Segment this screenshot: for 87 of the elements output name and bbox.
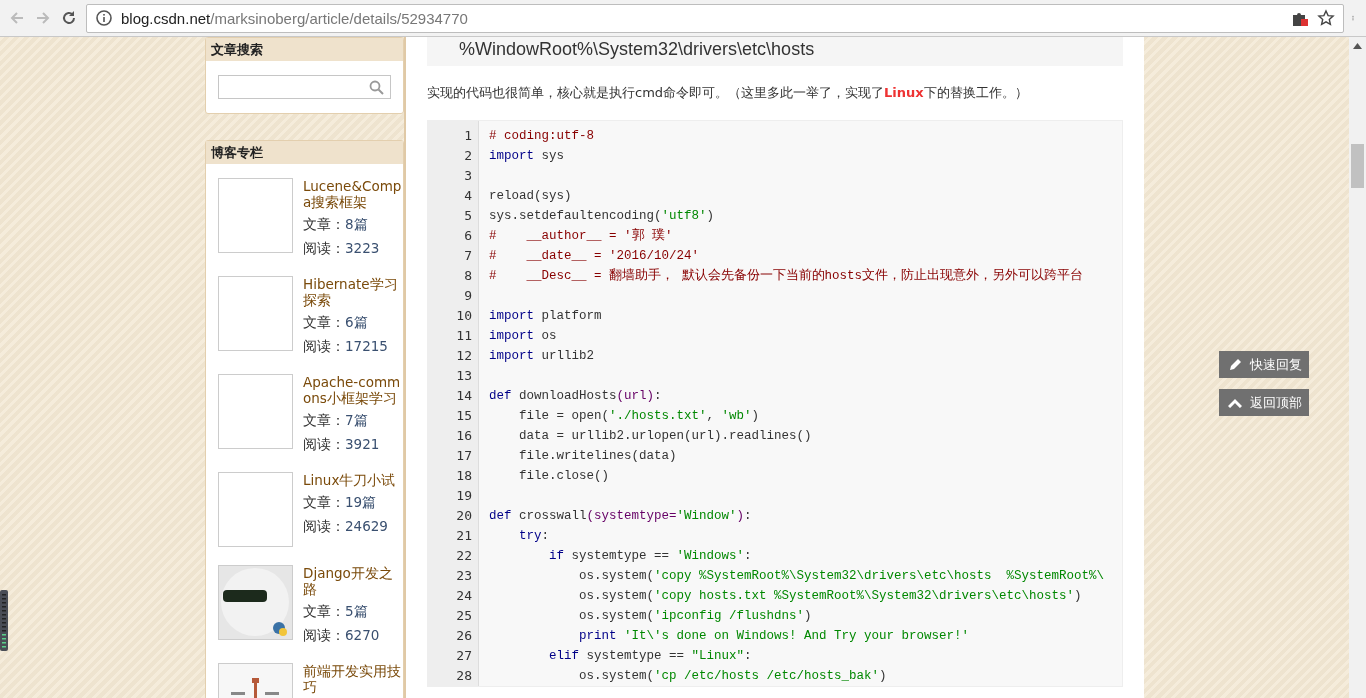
code-line: file = open('./hosts.txt', 'wb') bbox=[518, 408, 761, 425]
code-line: def crosswall(systemtype='Window'): bbox=[489, 508, 753, 525]
panel-title: 博客专栏 bbox=[206, 141, 403, 164]
meter-drawing bbox=[0, 590, 9, 651]
line-number: 4 bbox=[463, 187, 473, 205]
line-number: 11 bbox=[455, 327, 473, 345]
line-number: 24 bbox=[455, 587, 473, 605]
article-count: 文章：7篇 bbox=[303, 412, 369, 430]
line-number: 25 bbox=[455, 607, 473, 625]
code-line: file.writelines(data) bbox=[518, 448, 678, 465]
article-count: 文章：5篇 bbox=[303, 603, 369, 621]
line-number: 1 bbox=[463, 127, 473, 145]
panel-title: 文章搜索 bbox=[206, 38, 403, 61]
chevron-up-icon bbox=[1228, 397, 1242, 408]
scroll-thumb[interactable] bbox=[1351, 144, 1364, 188]
address-bar[interactable]: blog.csdn.net/marksinoberg/article/details/52934770 bbox=[86, 3, 1344, 33]
line-number: 9 bbox=[463, 287, 473, 305]
line-number: 12 bbox=[455, 347, 473, 365]
code-line: import sys bbox=[489, 148, 566, 165]
column-link[interactable]: 前端开发实用技巧 bbox=[303, 663, 403, 695]
column-link[interactable]: Apache-commons小框架学习 bbox=[303, 374, 403, 406]
code-line: import urllib2 bbox=[489, 348, 596, 365]
line-number: 18 bbox=[455, 467, 473, 485]
column-link[interactable]: Django开发之路 bbox=[303, 565, 403, 597]
line-number: 21 bbox=[455, 527, 473, 545]
search-icon[interactable] bbox=[369, 79, 384, 95]
line-number: 5 bbox=[463, 207, 473, 225]
line-number: 13 bbox=[455, 367, 473, 385]
line-number: 23 bbox=[455, 567, 473, 585]
line-number: 6 bbox=[463, 227, 473, 245]
line-number: 2 bbox=[463, 147, 473, 165]
search-field[interactable] bbox=[218, 75, 391, 99]
scrollbar[interactable] bbox=[1349, 37, 1366, 698]
article-count: 文章：8篇 bbox=[303, 216, 369, 234]
reload-icon[interactable] bbox=[60, 9, 78, 27]
line-number: 7 bbox=[463, 247, 473, 265]
pencil-icon bbox=[1228, 357, 1242, 372]
line-number: 27 bbox=[455, 647, 473, 665]
code-line: print 'It\'s done on Windows! And Try your browser!' bbox=[578, 628, 971, 645]
code-line: # __date__ = '2016/10/24' bbox=[489, 248, 701, 265]
code-line: data = urllib2.urlopen(url).readlines() bbox=[518, 428, 813, 445]
line-number: 8 bbox=[463, 267, 473, 285]
code-line: file.close() bbox=[518, 468, 611, 485]
code-line: if systemtype == 'Windows': bbox=[548, 548, 753, 565]
code-line: sys.setdefaultencoding('utf8') bbox=[489, 208, 716, 225]
info-icon[interactable] bbox=[95, 9, 113, 27]
code-line: # __Desc__ = 翻墙助手， 默认会先备份一下当前的hosts文件，防止出现意外，另外可以跨平台 bbox=[489, 267, 1085, 285]
code-line: # __author__ = '郭 璞' bbox=[489, 227, 674, 245]
line-number: 17 bbox=[455, 447, 473, 465]
line-number: 26 bbox=[455, 627, 473, 645]
line-number: 15 bbox=[455, 407, 473, 425]
read-count: 阅读：3223 bbox=[303, 240, 381, 258]
read-count: 阅读：6270 bbox=[303, 627, 381, 645]
code-line: os.system('cp /etc/hosts /etc/hosts_bak') bbox=[578, 668, 888, 685]
scroll-up-icon[interactable] bbox=[1353, 43, 1362, 49]
code-line: import os bbox=[489, 328, 558, 345]
read-count: 阅读：3921 bbox=[303, 436, 381, 454]
star-icon[interactable] bbox=[1317, 9, 1335, 27]
article-count: 文章：6篇 bbox=[303, 314, 369, 332]
paragraph: 实现的代码也很简单，核心就是执行cmd命令即可。（这里多此一举了，实现了Linux下的替换工作。） bbox=[427, 84, 1029, 102]
line-number: 14 bbox=[455, 387, 473, 405]
code-line: try: bbox=[518, 528, 551, 545]
read-count: 阅读：17215 bbox=[303, 338, 389, 356]
back-to-top-button[interactable]: 返回顶部 bbox=[1219, 389, 1309, 416]
column-link[interactable]: Hibernate学习探索 bbox=[303, 276, 403, 308]
line-number: 3 bbox=[463, 167, 473, 185]
code-line: reload(sys) bbox=[489, 188, 573, 205]
line-number: 28 bbox=[455, 667, 473, 685]
line-number: 10 bbox=[455, 307, 473, 325]
line-number: 19 bbox=[455, 487, 473, 505]
code-line: import platform bbox=[489, 308, 603, 325]
code-line: # coding:utf-8 bbox=[489, 128, 596, 145]
code-line: os.system('copy %SystemRoot%\System32\drivers\etc\hosts %SystemRoot%\ bbox=[578, 568, 1106, 585]
url-text: blog.csdn.net/marksinoberg/article/details/52934770 bbox=[121, 9, 469, 27]
article-count: 文章：19篇 bbox=[303, 494, 378, 512]
code-line: os.system('ipconfig /flushdns') bbox=[578, 608, 813, 625]
line-number: 16 bbox=[455, 427, 473, 445]
code-line: def downloadHosts(url): bbox=[489, 388, 663, 405]
read-count: 阅读：24629 bbox=[303, 518, 389, 536]
column-link[interactable]: Lucene&Compa搜索框架 bbox=[303, 178, 403, 210]
code-line: elif systemtype == "Linux": bbox=[548, 648, 753, 665]
column-link[interactable]: Linux牛刀小试 bbox=[303, 472, 396, 488]
quick-reply-button[interactable]: 快速回复 bbox=[1219, 351, 1309, 378]
code-line: os.system('copy hosts.txt %SystemRoot%\System32\drivers\etc\hosts') bbox=[578, 588, 1083, 605]
code-path: %WindowRoot%\System32\drivers\etc\hosts bbox=[427, 37, 1123, 66]
line-number: 22 bbox=[455, 547, 473, 565]
line-number: 20 bbox=[455, 507, 473, 525]
